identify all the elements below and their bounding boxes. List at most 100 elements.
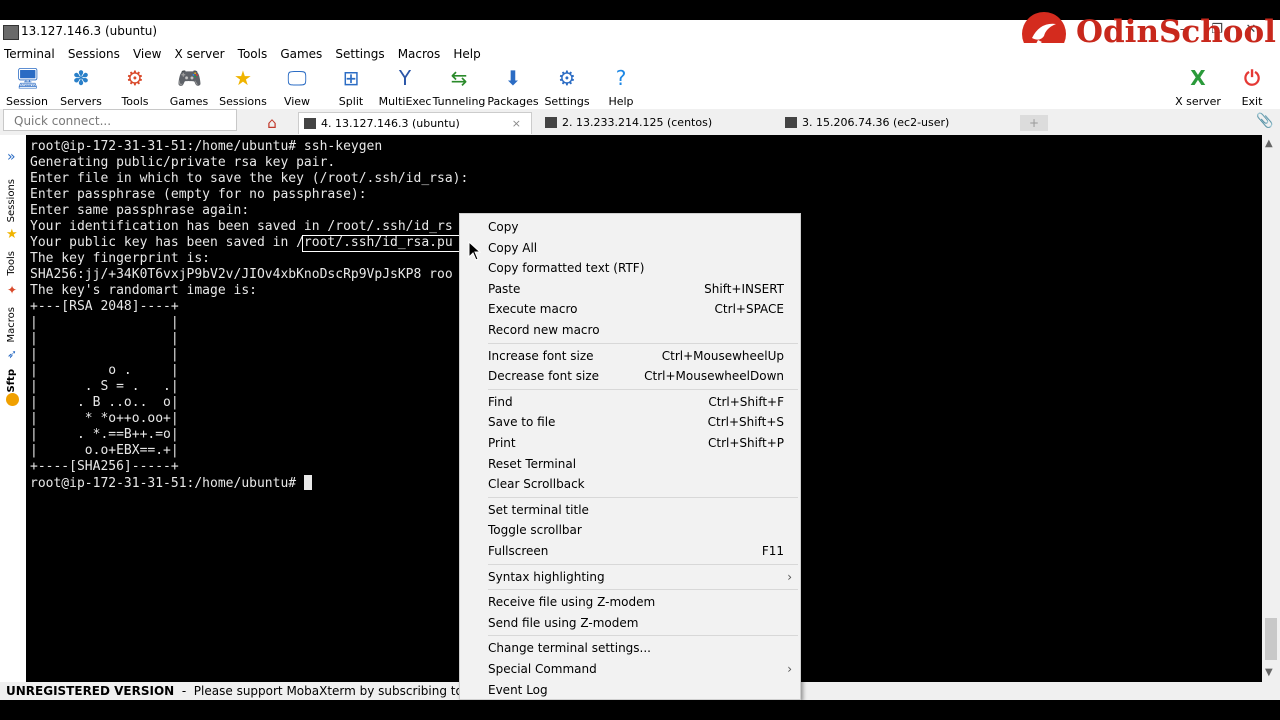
menu-separator (488, 563, 798, 565)
menu-item-record-new-macro[interactable]: Record new macro (488, 320, 784, 340)
toolbar-tools-button[interactable]: ⚙ Tools (105, 63, 165, 109)
toolbar-label: Tools (121, 95, 149, 108)
toolbar-split-button[interactable]: ⊞ Split (321, 63, 381, 109)
menu-item-change-terminal-settings[interactable]: Change terminal settings... (488, 638, 784, 658)
terminal-line: Enter passphrase (empty for no passphras… (30, 187, 367, 202)
close-tab-icon[interactable]: × (512, 113, 521, 135)
terminal-line: | | (30, 331, 179, 346)
terminal-line: | . B ..o.. o| (30, 395, 179, 410)
menu-item-clear-scrollback[interactable]: Clear Scrollback (488, 474, 784, 494)
sftp-icon (6, 393, 19, 406)
menu-item-receive-file-using-z-modem[interactable]: Receive file using Z-modem (488, 592, 784, 612)
submenu-arrow-icon: › (787, 662, 792, 676)
expand-panel-icon[interactable]: » (7, 149, 16, 165)
games-icon: 🎮 (177, 66, 202, 90)
menu-item-set-terminal-title[interactable]: Set terminal title (488, 500, 784, 520)
toolbar-exit-button[interactable]: ⏻ Exit (1222, 63, 1280, 109)
tools-icon: ⚙ (126, 66, 144, 90)
side-tab-sessions[interactable]: Sessions (6, 179, 17, 222)
menu-sessions[interactable]: Sessions (64, 45, 124, 61)
menu-item-toggle-scrollbar[interactable]: Toggle scrollbar (488, 520, 784, 540)
terminal-output: root@ip-172-31-31-51:/home/ubuntu# ssh-k… (30, 139, 468, 492)
menu-xserver[interactable]: X server (171, 45, 229, 61)
side-panel: » Sessions ★ Tools ✦ Macros ➶ Sftp (0, 135, 26, 682)
menu-item-label: Send file using Z-modem (488, 615, 639, 630)
tab-ec2-user[interactable]: 3. 15.206.74.36 (ec2-user) (780, 112, 1014, 134)
toolbar-servers-button[interactable]: ✽ Servers (51, 63, 111, 109)
toolbar-sessions-button[interactable]: ★ Sessions (213, 63, 273, 109)
split-icon: ⊞ (342, 66, 360, 90)
menu-games[interactable]: Games (276, 45, 326, 61)
menu-settings[interactable]: Settings (331, 45, 388, 61)
menu-help[interactable]: Help (449, 45, 484, 61)
menu-separator (488, 635, 798, 637)
menu-view[interactable]: View (129, 45, 165, 61)
tab-label: 3. 15.206.74.36 (ec2-user) (802, 116, 950, 129)
menu-shortcut: F11 (761, 544, 784, 558)
terminal-line: The key's randomart image is: (30, 283, 257, 298)
scrollbar-thumb[interactable] (1265, 618, 1277, 660)
menu-macros[interactable]: Macros (394, 45, 445, 61)
new-tab-button[interactable]: + (1020, 115, 1048, 131)
side-tab-sftp[interactable]: Sftp (6, 369, 17, 393)
menu-shortcut: Shift+INSERT (704, 281, 784, 296)
toolbar-label: Exit (1241, 95, 1263, 108)
tab-label: 4. 13.127.146.3 (ubuntu) (321, 117, 460, 130)
menu-tools[interactable]: Tools (234, 45, 272, 61)
paperclip-icon[interactable]: 📎 (1256, 113, 1273, 129)
star-icon: ★ (234, 66, 252, 90)
menu-separator (488, 388, 798, 390)
toolbar-x-server-button[interactable]: X X server (1168, 63, 1228, 109)
menu-item-save-to-file[interactable]: Save to file Ctrl+Shift+S (488, 412, 784, 432)
scroll-up-icon[interactable]: ▲ (1265, 138, 1273, 149)
toolbar-tunneling-button[interactable]: ⇆ Tunneling (429, 63, 489, 109)
terminal-line: +----[SHA256]-----+ (30, 459, 179, 474)
side-tab-macros[interactable]: Macros (6, 307, 17, 342)
scroll-down-icon[interactable]: ▼ (1265, 667, 1273, 678)
servers-icon: ✽ (72, 66, 90, 90)
menu-item-label: Reset Terminal (488, 456, 577, 471)
toolbar-multiexec-button[interactable]: Y MultiExec (375, 63, 435, 109)
menu-item-print[interactable]: Print Ctrl+Shift+P (488, 433, 784, 453)
menu-item-paste[interactable]: Paste Shift+INSERT (488, 279, 784, 299)
video-bottom-band (0, 700, 1280, 720)
menu-item-copy-formatted-text-rtf[interactable]: Copy formatted text (RTF) (488, 258, 784, 278)
menu-item-copy-all[interactable]: Copy All (488, 238, 784, 258)
menu-item-find[interactable]: Find Ctrl+Shift+F (488, 392, 784, 412)
menu-item-increase-font-size[interactable]: Increase font size Ctrl+MousewheelUp (488, 346, 784, 366)
star-icon: ★ (6, 227, 18, 242)
toolbar-view-button[interactable]: 🖵 View (267, 63, 327, 109)
menu-item-label: Find (488, 394, 513, 409)
menu-item-label: Clear Scrollback (488, 477, 585, 492)
toolbar-label: Settings (544, 95, 590, 108)
menu-item-label: Receive file using Z-modem (488, 595, 656, 610)
menu-item-copy[interactable]: Copy (488, 217, 784, 237)
menu-item-label: Increase font size (488, 348, 594, 363)
tab-ubuntu[interactable]: 4. 13.127.146.3 (ubuntu) × (298, 112, 532, 134)
menu-separator (488, 496, 798, 498)
menu-item-fullscreen[interactable]: Fullscreen F11 (488, 541, 784, 561)
quick-connect-input[interactable]: Quick connect... (3, 109, 237, 131)
toolbar-help-button[interactable]: ? Help (591, 63, 651, 109)
menu-item-reset-terminal[interactable]: Reset Terminal (488, 454, 784, 474)
side-tab-tools[interactable]: Tools (6, 251, 17, 276)
toolbar-games-button[interactable]: 🎮 Games (159, 63, 219, 109)
menu-item-execute-macro[interactable]: Execute macro Ctrl+SPACE (488, 299, 784, 319)
toolbar-settings-button[interactable]: ⚙ Settings (537, 63, 597, 109)
terminal-line: | | (30, 315, 179, 330)
tab-label: 2. 13.233.214.125 (centos) (562, 116, 713, 129)
menu-item-syntax-highlighting[interactable]: Syntax highlighting › (488, 567, 792, 587)
toolbar-label: Split (338, 95, 364, 108)
menu-item-send-file-using-z-modem[interactable]: Send file using Z-modem (488, 613, 784, 633)
toolbar-packages-button[interactable]: ⬇ Packages (483, 63, 543, 109)
toolbar-session-button[interactable]: 🖥 Session (0, 63, 57, 109)
menu-item-event-log[interactable]: Event Log (488, 680, 784, 700)
home-tab-icon[interactable]: ⌂ (258, 112, 286, 134)
menu-item-decrease-font-size[interactable]: Decrease font size Ctrl+MousewheelDown (488, 366, 784, 386)
settings-gear-icon: ⚙ (558, 66, 576, 90)
menu-terminal[interactable]: Terminal (0, 45, 59, 61)
tab-centos[interactable]: 2. 13.233.214.125 (centos) (540, 112, 774, 134)
menu-item-label: Paste (488, 281, 521, 296)
menu-item-special-command[interactable]: Special Command › (488, 659, 792, 679)
terminal-scrollbar[interactable] (1262, 135, 1280, 682)
